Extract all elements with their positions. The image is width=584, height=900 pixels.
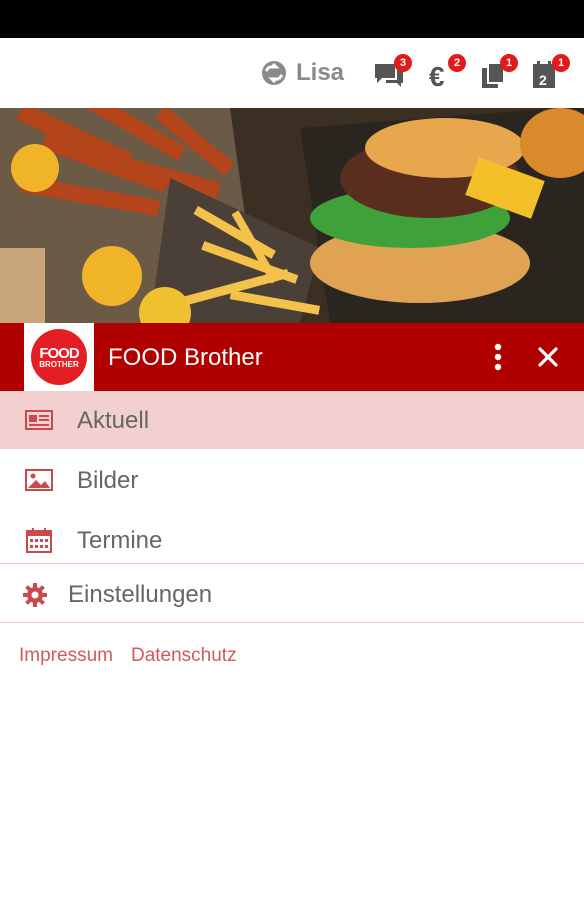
logo-text-line2: BROTHER (39, 359, 79, 369)
datenschutz-link[interactable]: Datenschutz (131, 645, 237, 667)
gear-icon (23, 583, 47, 607)
menu-item-aktuell[interactable]: Aktuell (0, 391, 584, 449)
menu-label-bilder: Bilder (77, 467, 139, 494)
documents-button[interactable]: 1 (478, 54, 518, 92)
svg-text:€: € (429, 61, 445, 92)
swap-user-icon (262, 61, 286, 85)
logo-text-line1: FOOD (39, 344, 79, 362)
drawer-header: FOOD BROTHER FOOD Brother (0, 323, 584, 391)
calendar-badge: 1 (552, 54, 570, 72)
status-bar (0, 0, 584, 38)
drawer-title: FOOD Brother (108, 344, 263, 371)
svg-text:2: 2 (539, 72, 547, 88)
food-brother-logo: FOOD BROTHER (24, 323, 94, 391)
calendar-icon (26, 528, 52, 553)
impressum-link[interactable]: Impressum (19, 645, 113, 667)
menu-item-bilder[interactable]: Bilder (0, 451, 584, 509)
chat-badge: 3 (394, 54, 412, 72)
menu-item-termine[interactable]: Termine (0, 511, 584, 569)
payment-button[interactable]: € 2 (426, 54, 466, 92)
settings-divider (0, 622, 584, 623)
image-icon (25, 469, 53, 491)
menu-label-termine: Termine (77, 527, 163, 554)
menu-label-einstellungen: Einstellungen (68, 581, 213, 608)
top-bar: Lisa 3 € 2 1 2 1 (0, 38, 584, 108)
close-icon (538, 347, 558, 367)
user-name: Lisa (296, 59, 345, 86)
footer-links: Impressum Datenschutz (19, 645, 237, 667)
more-options-button[interactable] (484, 341, 512, 373)
more-vertical-icon (494, 343, 502, 371)
documents-badge: 1 (500, 54, 518, 72)
payment-badge: 2 (448, 54, 466, 72)
chat-button[interactable]: 3 (372, 54, 412, 92)
calendar-button[interactable]: 2 1 (530, 54, 570, 92)
menu-label-aktuell: Aktuell (77, 407, 150, 434)
hero-food-image (0, 108, 584, 323)
user-account[interactable]: Lisa (260, 58, 344, 88)
close-drawer-button[interactable] (532, 341, 564, 373)
newspaper-icon (25, 410, 53, 430)
menu-item-einstellungen[interactable]: Einstellungen (0, 564, 584, 622)
